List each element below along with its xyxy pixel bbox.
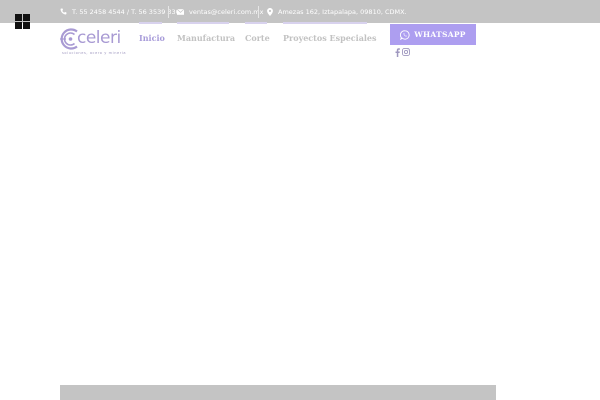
grid-menu-icon[interactable] — [15, 14, 30, 29]
nav-item-corte[interactable]: Corte — [245, 33, 270, 49]
address-text: Amezas 162, Iztapalapa, 09810, CDMX. — [278, 7, 407, 16]
nav-underline — [283, 22, 367, 24]
phone-icon — [60, 8, 67, 15]
topbar-divider — [258, 6, 259, 18]
content-placeholder-bar — [60, 385, 496, 400]
instagram-icon — [402, 48, 410, 56]
nav-underline — [139, 22, 162, 24]
nav-underline — [245, 22, 267, 24]
grid-cell — [23, 14, 30, 21]
whatsapp-button[interactable]: WHATSAPP — [390, 24, 476, 45]
phone-info[interactable]: T. 55 2458 4544 / T. 56 3539 3301 — [60, 0, 184, 23]
top-info-bar: T. 55 2458 4544 / T. 56 3539 3301 ventas… — [0, 0, 600, 23]
nav-item-inicio[interactable]: Inicio — [139, 33, 165, 49]
map-pin-icon — [266, 7, 273, 16]
email-text: ventas@celeri.com.mx — [189, 7, 264, 16]
address-info[interactable]: Amezas 162, Iztapalapa, 09810, CDMX. — [266, 0, 407, 23]
whatsapp-label: WHATSAPP — [414, 30, 466, 39]
whatsapp-icon — [400, 29, 410, 40]
grid-cell — [15, 14, 22, 21]
nav-item-proyectos-especiales[interactable]: Proyectos Especiales — [283, 33, 377, 49]
facebook-icon — [395, 47, 400, 57]
logo-wordmark: celeri — [77, 28, 121, 48]
email-info[interactable]: ventas@celeri.com.mx — [177, 0, 263, 23]
facebook-link[interactable] — [395, 47, 400, 57]
grid-cell — [23, 22, 30, 29]
envelope-icon — [177, 8, 184, 15]
nav-item-manufactura[interactable]: Manufactura — [177, 33, 235, 49]
instagram-link[interactable] — [402, 47, 410, 57]
nav-underline — [177, 22, 229, 24]
logo-tagline: soluciones, acero y mineria — [62, 51, 127, 55]
topbar-divider — [168, 6, 169, 18]
grid-cell — [15, 22, 22, 29]
